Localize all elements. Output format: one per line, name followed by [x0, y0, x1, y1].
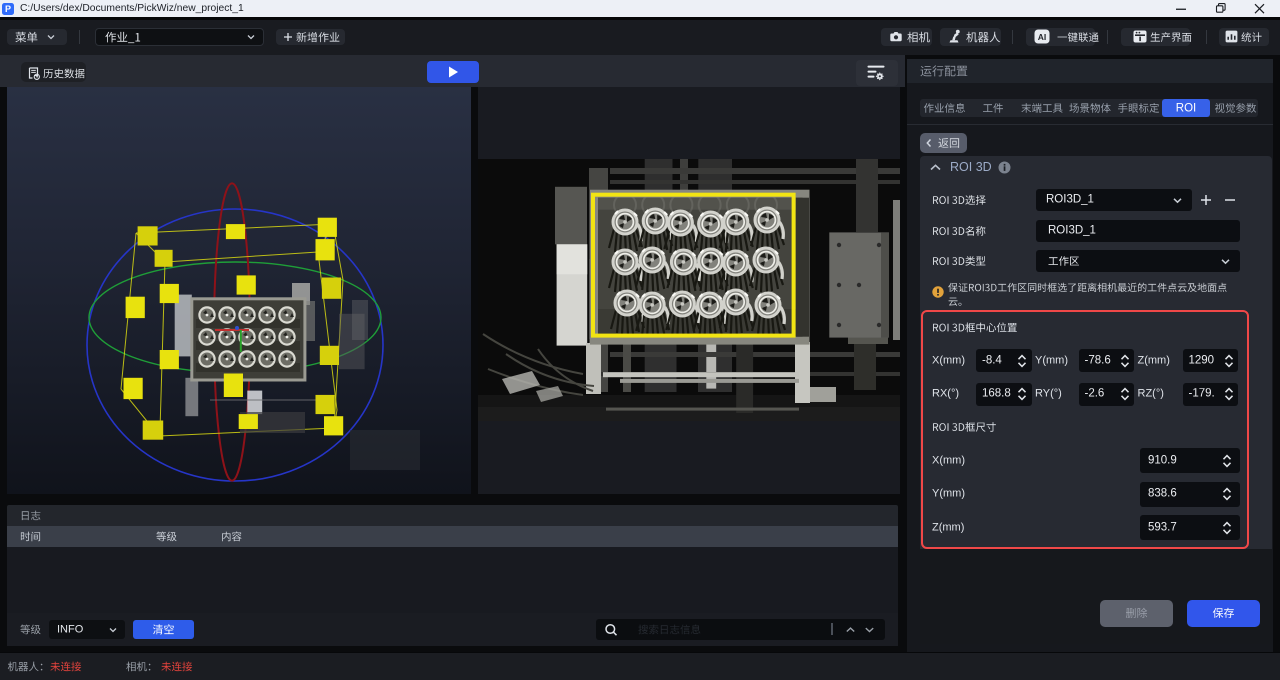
svg-text:AI: AI — [1038, 32, 1047, 42]
svg-text:P: P — [5, 4, 11, 14]
